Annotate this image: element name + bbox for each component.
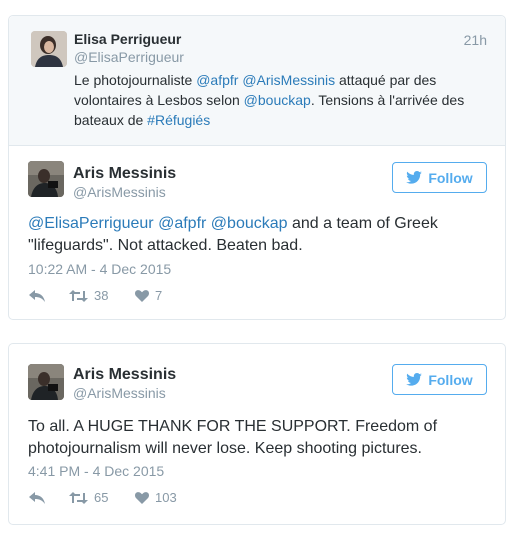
tweet-actions: 65 103 [29,490,177,505]
mention-link[interactable]: @afpfr [196,72,238,88]
bird-icon [406,171,423,184]
heart-icon [135,491,149,504]
retweet-button[interactable]: 38 [69,288,135,303]
like-count: 103 [155,490,177,505]
mention-link[interactable]: @ArisMessinis [242,72,335,88]
hashtag-link[interactable]: #Réfugiés [147,112,210,128]
author-handle[interactable]: @ArisMessinis [73,184,166,200]
reply-button[interactable] [29,289,69,302]
tweet-text-segment: Le photojournaliste [74,72,197,88]
reply-icon [29,491,45,504]
retweet-count: 38 [94,288,109,303]
retweet-count: 65 [94,490,109,505]
like-button[interactable]: 7 [135,288,162,303]
mention-link[interactable]: @afpfr [158,215,206,232]
quoted-tweet-text: Le photojournaliste @afpfr @ArisMessinis… [74,70,484,130]
quoted-tweet[interactable]: Elisa Perrigueur @ElisaPerrigueur 21h Le… [9,16,505,146]
mention-link[interactable]: @bouckap [211,215,288,232]
follow-button[interactable]: Follow [392,364,487,395]
tweet-actions: 38 7 [29,288,162,303]
tweet-timestamp[interactable]: 10:22 AM - 4 Dec 2015 [28,261,171,277]
tweet-card-1: Elisa Perrigueur @ElisaPerrigueur 21h Le… [8,15,506,320]
follow-button[interactable]: Follow [392,162,487,193]
tweet-text-segment: To all. A HUGE THANK FOR THE SUPPORT. Fr… [28,418,438,457]
like-button[interactable]: 103 [135,490,177,505]
author-handle[interactable]: @ArisMessinis [73,385,166,401]
avatar[interactable] [28,161,64,197]
retweet-icon [69,289,88,302]
bird-icon [406,373,423,386]
retweet-button[interactable]: 65 [69,490,135,505]
follow-label: Follow [428,371,473,388]
mention-link[interactable]: @ElisaPerrigueur [28,215,154,232]
avatar[interactable] [31,31,67,67]
retweet-icon [69,491,88,504]
tweet-card-2: Aris Messinis @ArisMessinis Follow To al… [8,343,506,525]
author-name[interactable]: Elisa Perrigueur [74,31,181,47]
heart-icon [135,289,149,302]
author-name[interactable]: Aris Messinis [73,366,176,384]
tweet-text: @ElisaPerrigueur @afpfr @bouckap and a t… [28,213,488,257]
mention-link[interactable]: @bouckap [244,92,311,108]
tweet-text: To all. A HUGE THANK FOR THE SUPPORT. Fr… [28,416,488,460]
avatar[interactable] [28,364,64,400]
reply-icon [29,289,45,302]
author-name[interactable]: Aris Messinis [73,165,176,183]
tweet-time[interactable]: 21h [464,32,487,48]
tweet-timestamp[interactable]: 4:41 PM - 4 Dec 2015 [28,463,164,479]
like-count: 7 [155,288,163,303]
reply-button[interactable] [29,491,69,504]
author-handle[interactable]: @ElisaPerrigueur [74,49,184,65]
follow-label: Follow [428,169,473,186]
